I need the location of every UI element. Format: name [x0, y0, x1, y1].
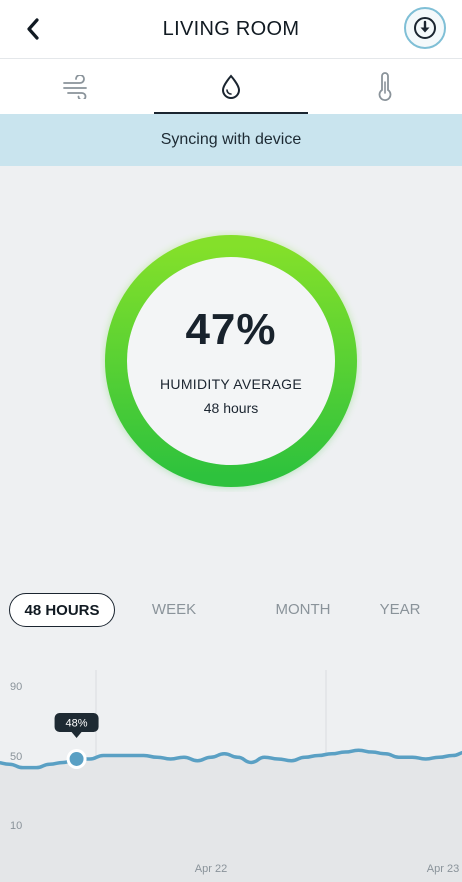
tooltip-value: 48% [66, 717, 88, 729]
download-button[interactable] [404, 7, 446, 49]
selected-data-point-fill [69, 751, 84, 766]
humidity-average-value: 47% [185, 305, 277, 354]
humidity-chart: 90 50 10 Apr 22 Apr 23 48% [0, 670, 462, 882]
app-header: LIVING ROOM [0, 0, 462, 58]
download-circle-icon [414, 17, 436, 39]
range-tab-month[interactable]: MONTH [248, 593, 358, 627]
humidity-gauge-ring [105, 235, 357, 487]
y-tick-label: 50 [10, 751, 22, 763]
tab-humidity[interactable] [154, 59, 308, 115]
tab-temperature[interactable] [308, 59, 462, 115]
range-tab-week[interactable]: WEEK [134, 593, 214, 627]
y-tick-label: 10 [10, 820, 22, 832]
humidity-average-label: HUMIDITY AVERAGE [160, 376, 302, 392]
humidity-area-fill [0, 750, 462, 882]
chart-tooltip: 48% [54, 712, 99, 738]
sync-status-banner: Syncing with device [0, 114, 462, 166]
x-axis-label: Apr 22 [195, 863, 227, 875]
wind-icon [63, 75, 87, 99]
humidity-average-period: 48 hours [203, 400, 259, 416]
water-drop-icon [221, 74, 241, 99]
range-tab-year[interactable]: YEAR [365, 593, 435, 627]
page-title: LIVING ROOM [162, 18, 300, 40]
tab-wind[interactable] [0, 59, 154, 115]
x-axis-label: Apr 23 [427, 863, 459, 875]
y-tick-label: 90 [10, 681, 22, 693]
range-tab-48-hours[interactable]: 48 HOURS [9, 593, 115, 627]
metric-tabs [0, 58, 462, 114]
thermometer-icon [378, 72, 392, 101]
